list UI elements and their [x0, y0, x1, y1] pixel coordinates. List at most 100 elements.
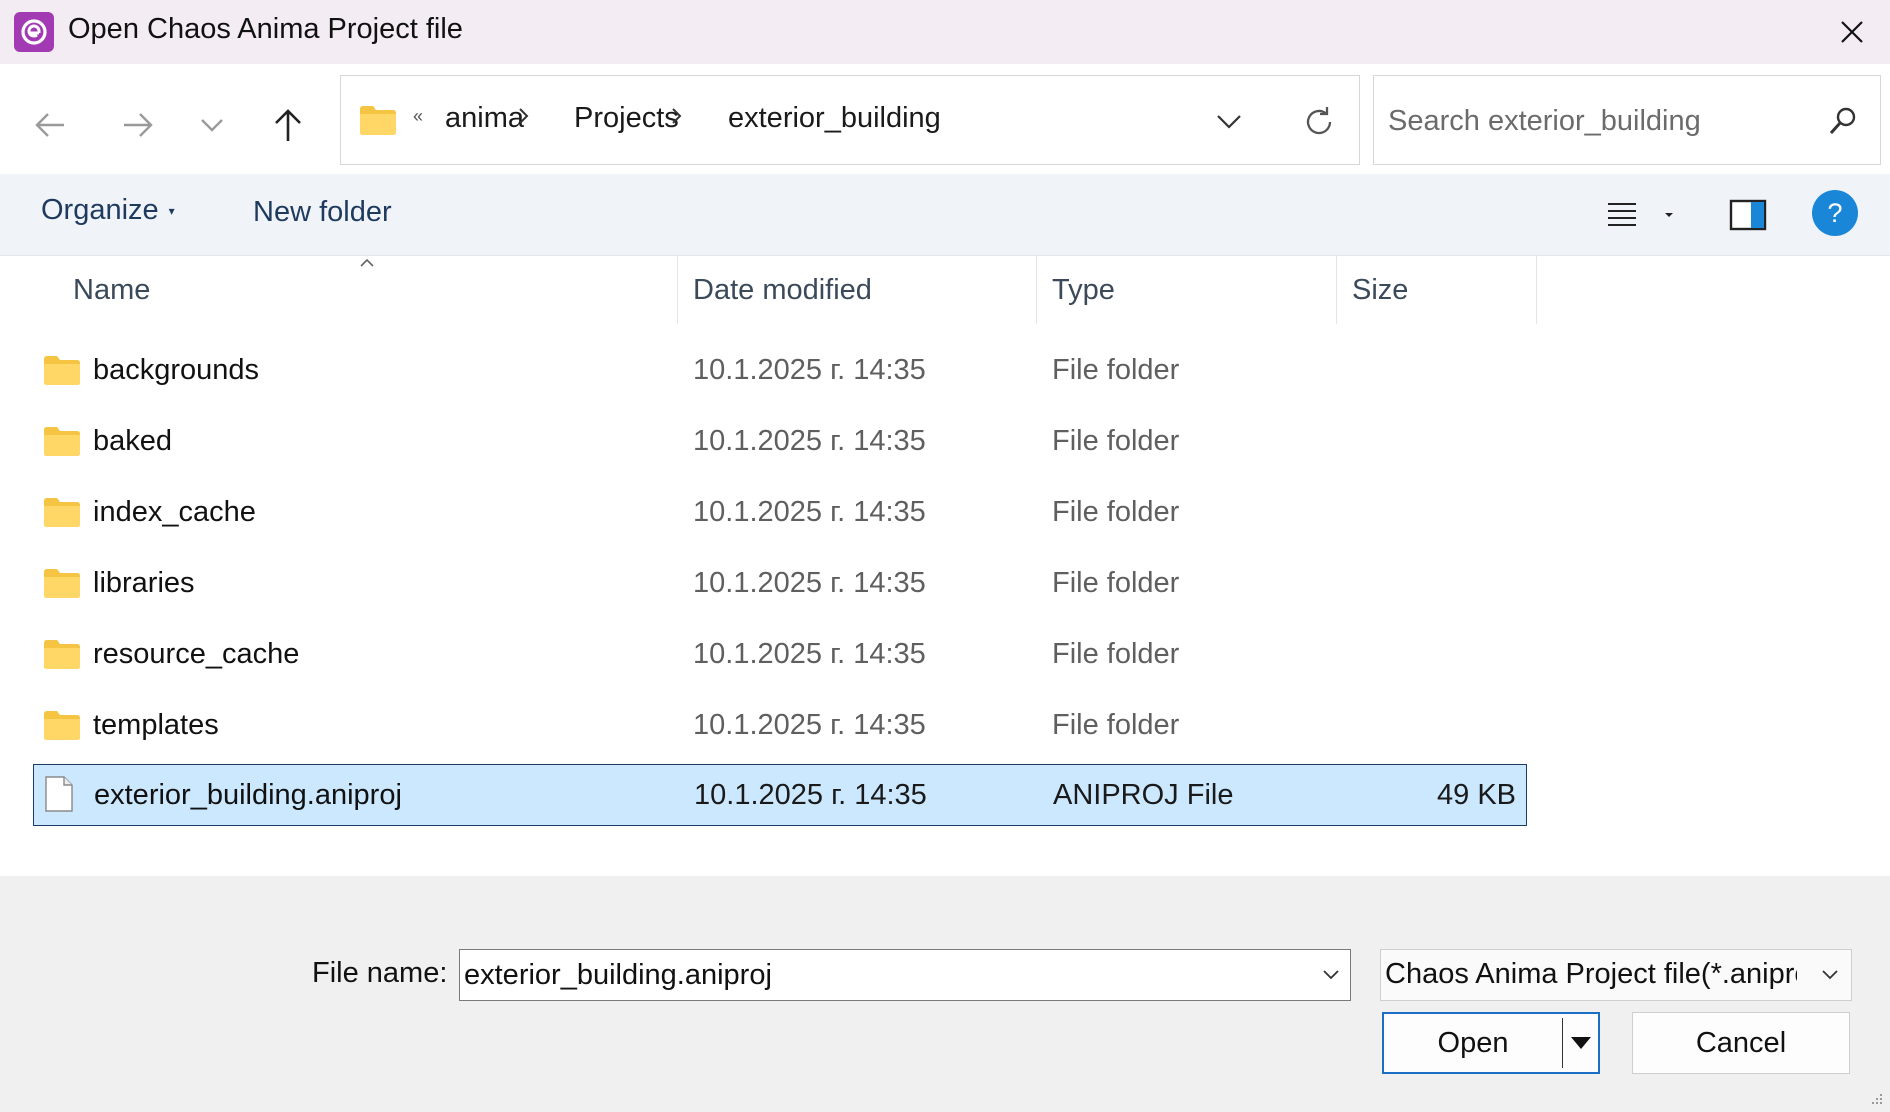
search-icon[interactable] — [1820, 98, 1866, 144]
file-type: File folder — [1052, 496, 1180, 528]
breadcrumb-projects[interactable]: Projects — [574, 102, 679, 135]
file-name-dropdown-button[interactable] — [1316, 960, 1346, 990]
file-name: templates — [93, 709, 219, 741]
file-date-modified: 10.1.2025 г. 14:35 — [693, 638, 926, 670]
breadcrumb-exterior-building[interactable]: exterior_building — [728, 102, 941, 135]
file-date-modified: 10.1.2025 г. 14:35 — [693, 496, 926, 528]
folder-icon — [43, 354, 81, 391]
folder-icon — [43, 709, 81, 746]
open-button[interactable]: Open — [1384, 1014, 1562, 1072]
folder-icon — [43, 567, 81, 604]
file-row[interactable]: baked 10.1.2025 г. 14:35 File folder — [33, 411, 1527, 473]
file-date-modified: 10.1.2025 г. 14:35 — [693, 354, 926, 386]
open-options-button[interactable] — [1564, 1014, 1598, 1072]
dropdown-arrow-icon — [1571, 1037, 1591, 1049]
refresh-button[interactable] — [1295, 98, 1343, 146]
column-header-date-modified[interactable]: Date modified — [693, 256, 1033, 324]
close-button[interactable] — [1830, 10, 1874, 54]
chevron-right-icon[interactable] — [517, 104, 531, 133]
column-divider[interactable] — [1536, 256, 1537, 324]
file-name: exterior_building.aniproj — [94, 779, 402, 811]
file-date-modified: 10.1.2025 г. 14:35 — [693, 567, 926, 599]
file-name-combobox[interactable] — [459, 949, 1351, 1001]
arrow-up-icon — [275, 109, 301, 141]
file-name-input[interactable] — [464, 954, 1304, 996]
organize-button[interactable]: Organize ▾ — [41, 194, 175, 227]
forward-button[interactable] — [112, 99, 164, 151]
close-icon — [1841, 21, 1863, 43]
arrow-left-icon — [35, 113, 64, 137]
folder-icon — [43, 638, 81, 675]
file-icon — [44, 776, 74, 817]
file-row[interactable]: index_cache 10.1.2025 г. 14:35 File folder — [33, 482, 1527, 544]
dropdown-arrow-icon — [1665, 213, 1673, 217]
open-button-divider — [1562, 1018, 1563, 1068]
title-bar: Open Chaos Anima Project file — [0, 0, 1890, 64]
preview-pane-button[interactable] — [1724, 192, 1772, 238]
file-date-modified: 10.1.2025 г. 14:35 — [693, 425, 926, 457]
file-row[interactable]: resource_cache 10.1.2025 г. 14:35 File fol… — [33, 624, 1527, 686]
column-header-size[interactable]: Size — [1352, 256, 1532, 324]
file-name: libraries — [93, 567, 195, 599]
address-history-button[interactable] — [1207, 100, 1251, 144]
change-view-button[interactable] — [1606, 192, 1686, 238]
folder-icon — [43, 496, 81, 533]
address-overflow-icon[interactable]: « — [413, 106, 423, 127]
refresh-icon — [1306, 107, 1332, 135]
search-input[interactable] — [1388, 98, 1808, 144]
file-type: ANIPROJ File — [1053, 779, 1234, 811]
file-type: File folder — [1052, 638, 1180, 670]
back-button[interactable] — [24, 99, 76, 151]
column-header-name[interactable]: Name — [73, 256, 673, 324]
breadcrumb-anima[interactable]: anima — [445, 102, 524, 135]
column-divider[interactable] — [1336, 256, 1337, 324]
dropdown-arrow-icon: ▾ — [168, 203, 175, 218]
window-title: Open Chaos Anima Project file — [68, 13, 463, 45]
column-header-type[interactable]: Type — [1052, 256, 1332, 324]
anima-logo-icon — [14, 12, 54, 52]
file-row[interactable]: libraries 10.1.2025 г. 14:35 File folder — [33, 553, 1527, 615]
chevron-down-icon — [1217, 115, 1241, 129]
column-divider[interactable] — [677, 256, 678, 324]
column-divider[interactable] — [1036, 256, 1037, 324]
cancel-button[interactable]: Cancel — [1632, 1012, 1850, 1074]
file-type: File folder — [1052, 425, 1180, 457]
file-name: index_cache — [93, 496, 256, 528]
search-box[interactable] — [1373, 75, 1881, 165]
up-button[interactable] — [262, 99, 314, 151]
file-size: 49 KB — [1437, 779, 1516, 811]
file-name-label: File name: — [312, 957, 448, 989]
navigation-bar: « anima Projects exterior_building — [0, 64, 1890, 174]
new-folder-button[interactable]: New folder — [253, 196, 392, 229]
file-date-modified: 10.1.2025 г. 14:35 — [694, 779, 927, 811]
arrow-right-icon — [124, 113, 153, 137]
chevron-down-icon — [1815, 960, 1845, 990]
file-type: File folder — [1052, 567, 1180, 599]
help-button[interactable]: ? — [1812, 190, 1858, 236]
chevron-down-icon — [1323, 970, 1339, 980]
address-bar[interactable]: « anima Projects exterior_building — [340, 75, 1360, 165]
folder-icon — [359, 104, 397, 141]
open-split-button[interactable]: Open — [1382, 1012, 1600, 1074]
file-list: Name Date modified Type Size backgrounds… — [0, 256, 1890, 876]
file-row[interactable]: exterior_building.aniproj 10.1.2025 г. 14… — [33, 764, 1527, 826]
folder-icon — [43, 425, 81, 462]
details-view-icon — [1608, 203, 1636, 226]
file-name: backgrounds — [93, 354, 260, 386]
file-row[interactable]: templates 10.1.2025 г. 14:35 File folder — [33, 695, 1527, 757]
preview-pane-icon — [1729, 199, 1767, 231]
file-type: File folder — [1052, 709, 1180, 741]
resize-grip-icon[interactable] — [1868, 1090, 1884, 1111]
recent-locations-button[interactable] — [186, 99, 238, 151]
chevron-down-icon — [201, 119, 223, 132]
organize-label: Organize — [41, 194, 159, 226]
bottom-panel: File name: Chaos Anima Project file(*.an… — [0, 876, 1890, 1112]
file-name: resource_cache — [93, 638, 300, 670]
file-row[interactable]: backgrounds 10.1.2025 г. 14:35 File folder — [33, 340, 1527, 402]
file-type: File folder — [1052, 354, 1180, 386]
file-type-dropdown[interactable]: Chaos Anima Project file(*.aniproj) — [1380, 949, 1852, 1001]
file-type-value: Chaos Anima Project file(*.aniproj) — [1385, 958, 1797, 990]
file-name: baked — [93, 425, 173, 457]
chevron-right-icon[interactable] — [670, 104, 684, 133]
command-bar: Organize ▾ New folder ? — [0, 174, 1890, 256]
